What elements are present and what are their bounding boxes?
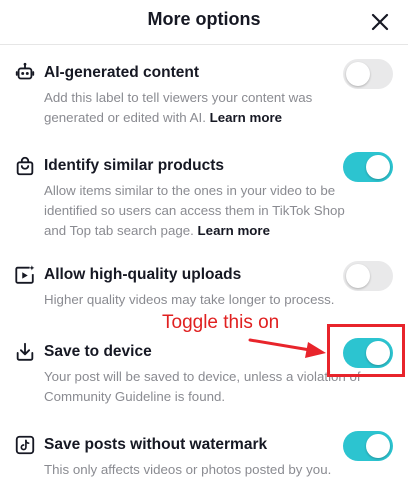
option-title: Identify similar products bbox=[44, 157, 225, 174]
close-icon[interactable] bbox=[368, 10, 392, 34]
toggle-knob bbox=[346, 264, 370, 288]
option-description: Your post will be saved to device, unles… bbox=[44, 369, 361, 404]
option-description: Add this label to tell viewers your cont… bbox=[44, 90, 313, 125]
option-description: Allow items similar to the ones in your … bbox=[44, 183, 345, 238]
tiktok-note-icon bbox=[15, 435, 35, 455]
annotation-arrow-icon bbox=[248, 338, 326, 358]
learn-more-link[interactable]: Learn more bbox=[210, 110, 282, 125]
option-description: Higher quality videos may take longer to… bbox=[44, 292, 335, 307]
header: More options bbox=[0, 0, 408, 42]
toggle-knob bbox=[366, 155, 390, 179]
learn-more-link[interactable]: Learn more bbox=[198, 223, 270, 238]
toggle-knob bbox=[366, 434, 390, 458]
annotation-highlight-box bbox=[327, 324, 405, 377]
option-title: Allow high-quality uploads bbox=[44, 266, 242, 283]
option-title: Save to device bbox=[44, 343, 152, 360]
shopping-bag-icon bbox=[16, 156, 34, 176]
annotation-label: Toggle this on bbox=[162, 312, 280, 333]
high-quality-uploads-toggle[interactable] bbox=[343, 261, 393, 291]
download-icon bbox=[16, 342, 34, 361]
hd-video-icon bbox=[15, 265, 35, 284]
ai-generated-content-toggle[interactable] bbox=[343, 59, 393, 89]
toggle-knob bbox=[346, 62, 370, 86]
identify-similar-products-toggle[interactable] bbox=[343, 152, 393, 182]
save-without-watermark-toggle[interactable] bbox=[343, 431, 393, 461]
option-title: Save posts without watermark bbox=[44, 436, 268, 453]
page-title: More options bbox=[147, 9, 261, 29]
header-divider bbox=[0, 44, 408, 45]
robot-icon bbox=[15, 62, 35, 80]
option-title: AI-generated content bbox=[44, 64, 200, 81]
more-options-sheet: More options AI-generated content Add th… bbox=[0, 0, 408, 501]
option-description: This only affects videos or photos poste… bbox=[44, 462, 332, 477]
